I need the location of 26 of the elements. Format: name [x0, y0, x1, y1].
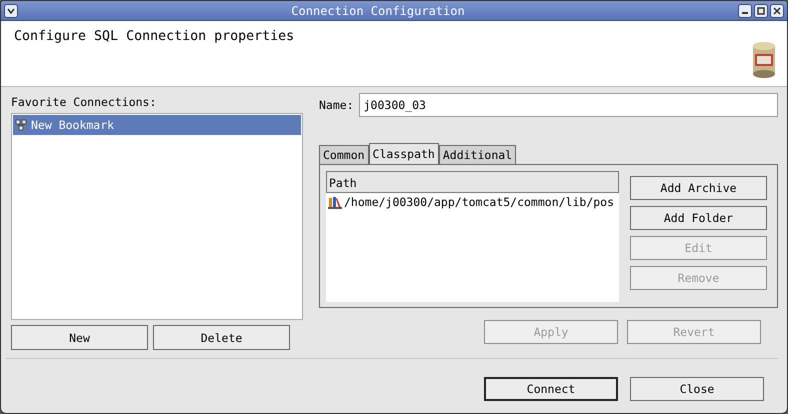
header-text: Configure SQL Connection properties	[14, 29, 294, 46]
table-row[interactable]: /home/j00300/app/tomcat5/common/lib/pos	[326, 193, 619, 211]
tab[interactable]: Classpath	[368, 143, 439, 164]
column-header[interactable]: Path	[326, 171, 619, 193]
list-item-label: New Bookmark	[31, 118, 114, 132]
window-title: Connection Configuration	[290, 4, 466, 18]
button[interactable]: Connect	[484, 377, 618, 401]
favorites-label: Favorite Connections:	[11, 95, 158, 109]
tab[interactable]: Common	[319, 145, 369, 164]
button[interactable]: Delete	[153, 325, 290, 350]
list-item[interactable]: New Bookmark	[13, 115, 301, 135]
button[interactable]: Add Archive	[630, 176, 767, 200]
menu-icon[interactable]	[4, 4, 18, 18]
button[interactable]: New	[11, 325, 148, 350]
library-icon	[328, 195, 342, 209]
close-icon[interactable]	[770, 4, 784, 18]
button[interactable]: Add Folder	[630, 206, 767, 230]
network-icon	[15, 119, 27, 131]
name-field[interactable]: j00300_03	[358, 93, 778, 117]
button[interactable]: Close	[630, 377, 764, 401]
path-text: /home/j00300/app/tomcat5/common/lib/pos	[344, 195, 614, 209]
minimize-icon[interactable]	[738, 4, 752, 18]
maximize-icon[interactable]	[754, 4, 768, 18]
database-icon	[751, 40, 777, 80]
tab[interactable]: Additional	[438, 145, 516, 164]
name-label: Name:	[319, 98, 354, 112]
